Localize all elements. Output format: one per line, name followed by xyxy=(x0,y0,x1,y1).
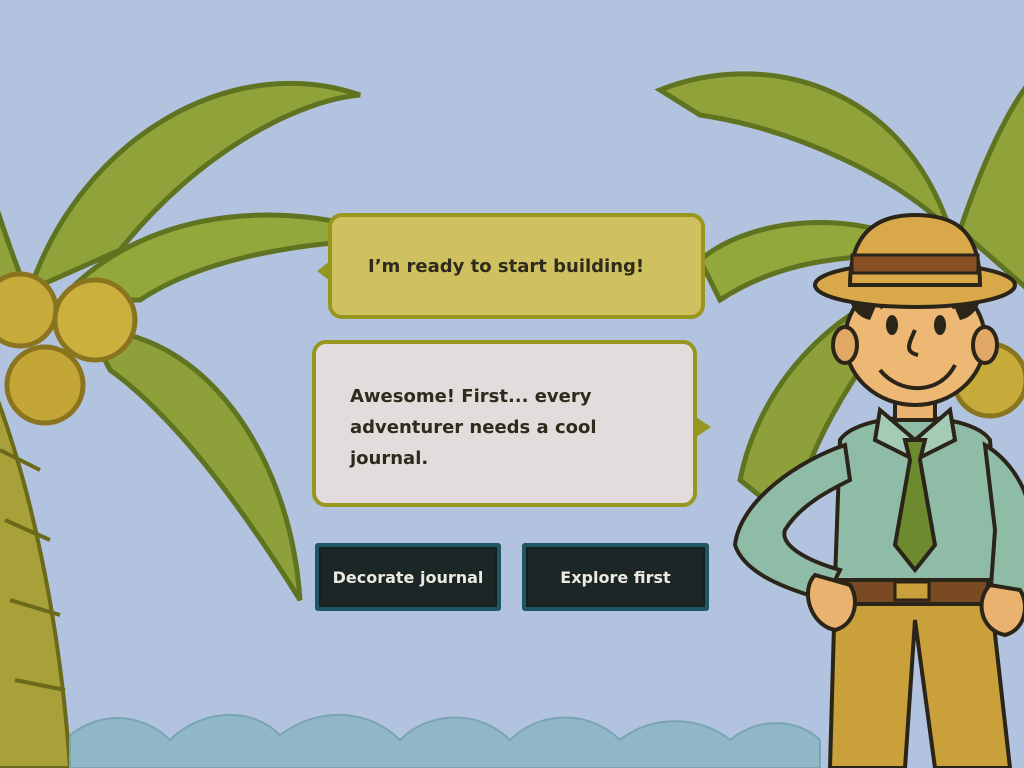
decorate-journal-button[interactable]: Decorate journal xyxy=(315,543,501,611)
game-scene: I’m ready to start building! Awesome! Fi… xyxy=(0,0,1024,768)
player-dialogue-bubble: I’m ready to start building! xyxy=(317,213,705,319)
npc-line: Awesome! First... every adventurer needs… xyxy=(350,386,597,469)
bubble-tail xyxy=(696,417,711,437)
explore-first-button[interactable]: Explore first xyxy=(522,543,709,611)
ocean-waves xyxy=(69,714,821,768)
player-line: I’m ready to start building! xyxy=(368,255,645,277)
bubble-tail xyxy=(317,261,330,281)
explorer-character xyxy=(732,212,1024,768)
npc-dialogue-bubble: Awesome! First... every adventurer needs… xyxy=(312,340,711,507)
